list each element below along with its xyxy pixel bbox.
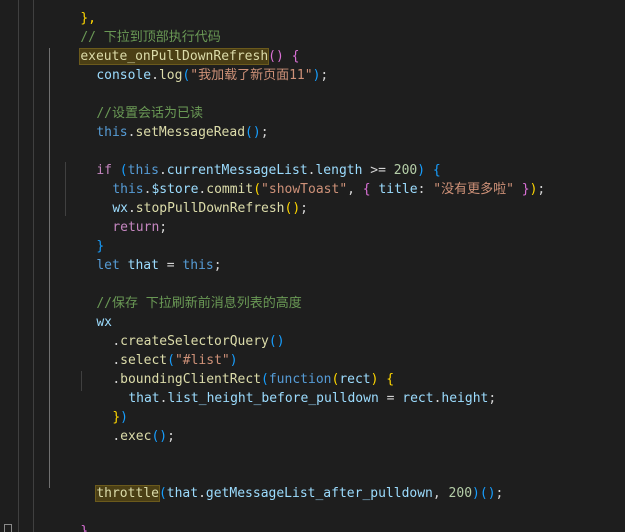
string-token: "我加载了新页面11" — [190, 68, 313, 83]
code-line-29[interactable]: sendRfsReply() { — [0, 522, 625, 532]
code-line-23[interactable]: .exec(); — [0, 408, 625, 444]
indent-guide — [33, 0, 34, 532]
code-line-17[interactable]: wx — [0, 294, 625, 330]
property-token: getMessageList_after_pulldown — [205, 486, 433, 501]
code-line-6[interactable]: //设置会话为已读 — [0, 85, 625, 121]
function-token-highlighted: throttle — [95, 485, 160, 502]
code-line-19[interactable]: .select("#list") — [0, 332, 625, 368]
this-keyword: this — [182, 258, 214, 273]
let-keyword: let — [96, 258, 120, 273]
identifier-token: that — [166, 486, 199, 501]
code-line-14[interactable]: let that = this; — [0, 237, 625, 273]
identifier-token: that — [127, 258, 159, 273]
code-line-18[interactable]: .createSelectorQuery() — [0, 313, 625, 349]
code-line-21[interactable]: that.list_height_before_pulldown = rect.… — [0, 370, 625, 406]
code-line-20[interactable]: .boundingClientRect(function(rect) { — [0, 351, 625, 387]
code-line-7[interactable]: this.setMessageRead(); — [0, 104, 625, 140]
function-token: log — [158, 68, 183, 83]
function-token: exec — [120, 429, 152, 444]
code-line-10[interactable]: this.$store.commit("showToast", { title:… — [0, 161, 625, 197]
code-line-1[interactable]: }, — [0, 0, 625, 26]
code-line-22[interactable]: }) — [0, 389, 625, 425]
code-line-2[interactable]: // 下拉到顶部执行代码 — [0, 9, 625, 45]
this-keyword: this — [96, 125, 128, 140]
code-line-11[interactable]: wx.stopPullDownRefresh(); — [0, 180, 625, 216]
number-token: 200 — [448, 486, 473, 501]
identifier-token: console — [96, 68, 152, 83]
function-token: setMessageRead — [135, 125, 246, 140]
code-line-3[interactable]: exeute_onPullDownRefresh() { — [0, 28, 625, 65]
indent-guide — [18, 0, 19, 532]
code-line-4[interactable]: console.log("我加载了新页面11"); — [0, 47, 625, 83]
code-line-26[interactable]: throttle(that.getMessageList_after_pulld… — [0, 465, 625, 502]
code-line-9[interactable]: if (this.currentMessageList.length >= 20… — [0, 142, 625, 178]
code-line-28[interactable]: }, — [0, 503, 625, 532]
code-line-13[interactable]: } — [0, 218, 625, 254]
code-editor[interactable]: }, // 下拉到顶部执行代码 exeute_onPullDownRefresh… — [0, 0, 625, 532]
code-line-12[interactable]: return; — [0, 199, 625, 235]
code-line-16[interactable]: //保存 下拉刷新前消息列表的高度 — [0, 275, 625, 311]
